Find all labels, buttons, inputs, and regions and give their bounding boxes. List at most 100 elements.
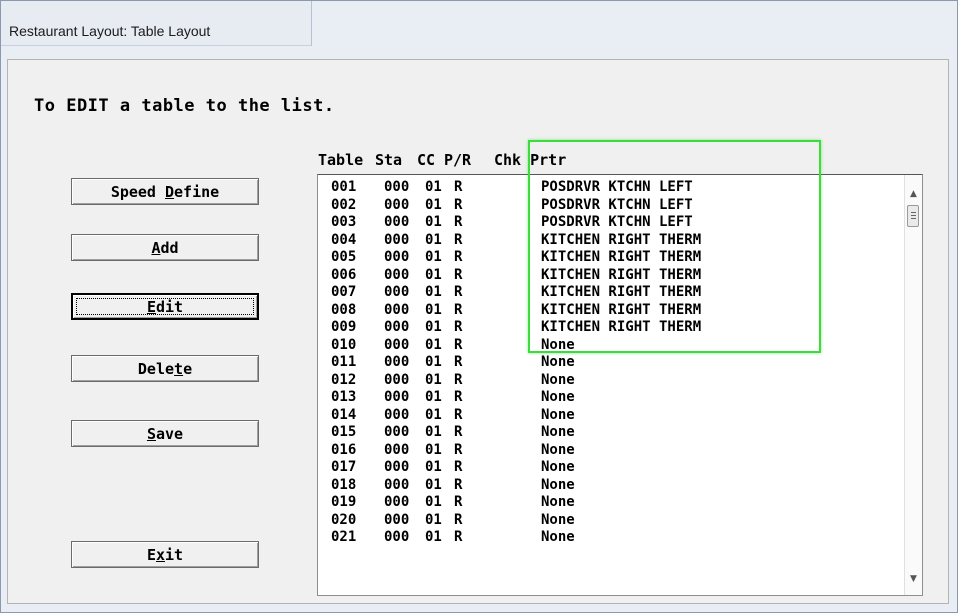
add-label: Add bbox=[151, 238, 179, 257]
cell-cc: 01 bbox=[425, 511, 442, 528]
table-row[interactable]: 006 000 01 R KITCHEN RIGHT THERM bbox=[318, 267, 898, 285]
scroll-down-icon[interactable]: ▼ bbox=[905, 570, 922, 587]
table-row[interactable]: 013 000 01 R None bbox=[318, 389, 898, 407]
cell-table: 006 bbox=[331, 266, 357, 283]
cell-cc: 01 bbox=[425, 336, 442, 353]
table-row[interactable]: 012 000 01 R None bbox=[318, 372, 898, 390]
instruction-text: To EDIT a table to the list. bbox=[34, 96, 335, 116]
table-row[interactable]: 002 000 01 R POSDRVR KTCHN LEFT bbox=[318, 197, 898, 215]
cell-sta: 000 bbox=[384, 371, 410, 388]
table-row[interactable]: 007 000 01 R KITCHEN RIGHT THERM bbox=[318, 284, 898, 302]
cell-pr: R bbox=[454, 494, 463, 510]
cell-pr: R bbox=[454, 371, 463, 388]
table-row[interactable]: 020 000 01 R None bbox=[318, 512, 898, 530]
cell-table: 008 bbox=[331, 301, 357, 318]
cell-sta: 000 bbox=[384, 389, 410, 405]
cell-pr: R bbox=[454, 266, 463, 283]
speed-define-button[interactable]: Speed Define bbox=[71, 178, 259, 205]
cell-table: 005 bbox=[331, 249, 357, 265]
table-row[interactable]: 008 000 01 R KITCHEN RIGHT THERM bbox=[318, 302, 898, 320]
table-row[interactable]: 014 000 01 R None bbox=[318, 407, 898, 425]
table-row[interactable]: 016 000 01 R None bbox=[318, 442, 898, 460]
cell-pr: R bbox=[454, 511, 463, 528]
cell-cc: 01 bbox=[425, 284, 442, 300]
table-row[interactable]: 019 000 01 R None bbox=[318, 494, 898, 512]
cell-cc: 01 bbox=[425, 179, 442, 195]
cell-cc: 01 bbox=[425, 494, 442, 510]
cell-cc: 01 bbox=[425, 319, 442, 335]
exit-label: Exit bbox=[146, 545, 184, 564]
cell-chk-prtr: KITCHEN RIGHT THERM bbox=[541, 266, 702, 283]
cell-chk-prtr: None bbox=[541, 476, 575, 493]
cell-sta: 000 bbox=[384, 459, 410, 475]
table-row[interactable]: 015 000 01 R None bbox=[318, 424, 898, 442]
cell-table: 012 bbox=[331, 371, 357, 388]
table-row[interactable]: 004 000 01 R KITCHEN RIGHT THERM bbox=[318, 232, 898, 250]
cell-cc: 01 bbox=[425, 196, 442, 213]
table-row[interactable]: 010 000 01 R None bbox=[318, 337, 898, 355]
edit-label: Edit bbox=[146, 297, 184, 316]
cell-chk-prtr: POSDRVR KTCHN LEFT bbox=[541, 196, 693, 213]
cell-sta: 000 bbox=[384, 266, 410, 283]
cell-table: 017 bbox=[331, 459, 357, 475]
cell-table: 011 bbox=[331, 354, 357, 370]
save-label: Save bbox=[146, 424, 184, 443]
cell-pr: R bbox=[454, 459, 463, 475]
cell-cc: 01 bbox=[425, 424, 442, 440]
save-button[interactable]: Save bbox=[71, 420, 259, 447]
title-bar[interactable]: Restaurant Layout: Table Layout bbox=[1, 1, 312, 46]
table-row[interactable]: 009 000 01 R KITCHEN RIGHT THERM bbox=[318, 319, 898, 337]
cell-pr: R bbox=[454, 476, 463, 493]
scroll-up-icon[interactable]: ▲ bbox=[905, 185, 922, 202]
cell-cc: 01 bbox=[425, 459, 442, 475]
table-row[interactable]: 003 000 01 R POSDRVR KTCHN LEFT bbox=[318, 214, 898, 232]
cell-chk-prtr: None bbox=[541, 336, 575, 353]
table-row[interactable]: 011 000 01 R None bbox=[318, 354, 898, 372]
cell-table: 015 bbox=[331, 424, 357, 440]
edit-button[interactable]: Edit bbox=[71, 293, 259, 320]
cell-cc: 01 bbox=[425, 476, 442, 493]
cell-cc: 01 bbox=[425, 214, 442, 230]
cell-chk-prtr: KITCHEN RIGHT THERM bbox=[541, 231, 702, 248]
cell-cc: 01 bbox=[425, 266, 442, 283]
cell-sta: 000 bbox=[384, 319, 410, 335]
table-row[interactable]: 005 000 01 R KITCHEN RIGHT THERM bbox=[318, 249, 898, 267]
delete-button[interactable]: Delete bbox=[71, 355, 259, 382]
cell-chk-prtr: None bbox=[541, 494, 575, 510]
cell-chk-prtr: None bbox=[541, 459, 575, 475]
scroll-thumb[interactable] bbox=[907, 205, 919, 227]
cell-pr: R bbox=[454, 179, 463, 195]
table-listbox[interactable]: 001 000 01 R POSDRVR KTCHN LEFT 002 000 01 R POSD… bbox=[317, 174, 923, 596]
cell-chk-prtr: KITCHEN RIGHT THERM bbox=[541, 301, 702, 318]
cell-pr: R bbox=[454, 214, 463, 230]
cell-chk-prtr: None bbox=[541, 441, 575, 458]
table-row[interactable]: 021 000 01 R None bbox=[318, 529, 898, 547]
cell-sta: 000 bbox=[384, 336, 410, 353]
add-button[interactable]: Add bbox=[71, 234, 259, 261]
table-row[interactable]: 017 000 01 R None bbox=[318, 459, 898, 477]
cell-chk-prtr: None bbox=[541, 511, 575, 528]
cell-cc: 01 bbox=[425, 389, 442, 405]
column-header-table: Table bbox=[318, 151, 364, 169]
cell-sta: 000 bbox=[384, 354, 410, 370]
cell-sta: 000 bbox=[384, 441, 410, 458]
cell-chk-prtr: None bbox=[541, 371, 575, 388]
column-header-sta: Sta bbox=[375, 151, 403, 169]
cell-chk-prtr: None bbox=[541, 354, 575, 370]
cell-chk-prtr: POSDRVR KTCHN LEFT bbox=[541, 179, 693, 195]
vertical-scrollbar[interactable]: ▲ ▼ bbox=[904, 175, 922, 595]
column-header-chk-prtr: Chk Prtr bbox=[494, 151, 567, 169]
cell-chk-prtr: None bbox=[541, 529, 575, 545]
table-row[interactable]: 001 000 01 R POSDRVR KTCHN LEFT bbox=[318, 179, 898, 197]
cell-sta: 000 bbox=[384, 301, 410, 318]
cell-table: 001 bbox=[331, 179, 357, 195]
cell-sta: 000 bbox=[384, 529, 410, 545]
cell-pr: R bbox=[454, 406, 463, 423]
cell-cc: 01 bbox=[425, 441, 442, 458]
cell-table: 019 bbox=[331, 494, 357, 510]
table-row[interactable]: 018 000 01 R None bbox=[318, 477, 898, 495]
cell-cc: 01 bbox=[425, 301, 442, 318]
cell-sta: 000 bbox=[384, 476, 410, 493]
cell-sta: 000 bbox=[384, 179, 410, 195]
exit-button[interactable]: Exit bbox=[71, 541, 259, 568]
